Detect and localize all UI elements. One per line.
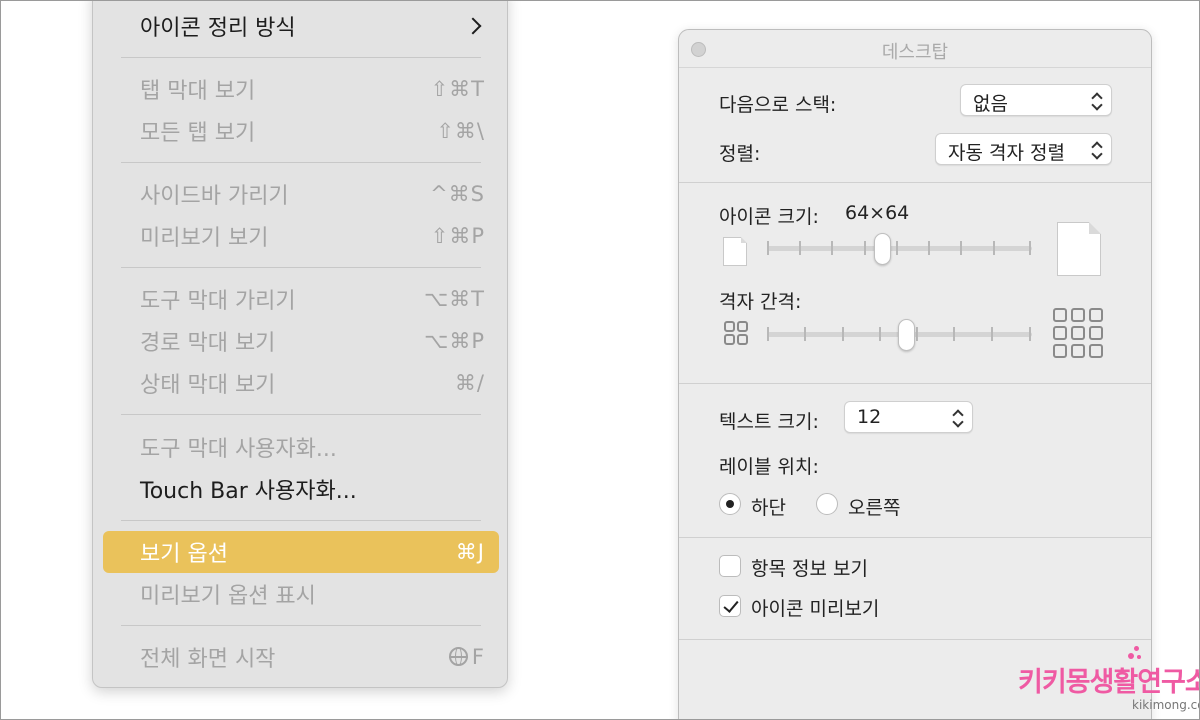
text-size-popup[interactable]: 12	[844, 401, 973, 433]
up-down-arrows-icon	[1092, 91, 1102, 111]
menu-item-label: 아이콘 정리 방식	[140, 16, 296, 41]
menu-item-label: 도구 막대 사용자화...	[140, 437, 337, 462]
panel-divider	[679, 383, 1151, 384]
menu-item-label: 경로 막대 보기	[140, 331, 276, 356]
menu-separator	[121, 414, 481, 415]
menu-item-shortcut: ⌘/	[454, 371, 485, 395]
view-options-panel: 데스크탑 다음으로 스택: 없음 정렬: 자동 격자 정렬 아이콘 크기: 64…	[678, 29, 1152, 720]
icon-size-slider[interactable]	[767, 233, 1032, 265]
panel-title: 데스크탑	[881, 42, 949, 63]
menu-item-shortcut-key: F	[471, 645, 485, 669]
menu-separator	[121, 267, 481, 268]
menu-separator	[121, 162, 481, 163]
menu-item-label: 미리보기 옵션 표시	[140, 584, 316, 609]
menu-item-shortcut: ⇧⌘\	[436, 119, 485, 143]
panel-divider	[679, 639, 1151, 640]
menu-item-show-status-bar[interactable]: 상태 막대 보기 ⌘/	[103, 362, 499, 404]
panel-divider	[679, 537, 1151, 538]
menu-item-label: Touch Bar 사용자화...	[140, 479, 357, 504]
menu-item-show-all-tabs[interactable]: 모든 탭 보기 ⇧⌘\	[103, 110, 499, 152]
menu-item-show-preview[interactable]: 미리보기 보기 ⇧⌘P	[103, 215, 499, 257]
show-icon-preview-checkbox[interactable]	[719, 595, 741, 617]
icon-size-value: 64×64	[845, 202, 910, 224]
up-down-arrows-icon	[953, 408, 963, 428]
show-icon-preview-label: 아이콘 미리보기	[751, 598, 880, 620]
grid-spacing-slider-knob[interactable]	[898, 319, 915, 351]
grid-spacing-slider[interactable]	[767, 319, 1032, 351]
panel-divider	[679, 182, 1151, 183]
sort-by-label: 정렬:	[719, 143, 761, 165]
up-down-arrows-icon	[1092, 140, 1102, 160]
sort-by-popup[interactable]: 자동 격자 정렬	[935, 133, 1112, 165]
menu-item-show-tab-bar[interactable]: 탭 막대 보기 ⇧⌘T	[103, 68, 499, 110]
icon-size-label: 아이콘 크기:	[719, 206, 819, 228]
menu-item-shortcut: ⇧⌘T	[430, 77, 485, 101]
menu-item-customize-touch-bar[interactable]: Touch Bar 사용자화...	[103, 468, 499, 510]
menu-item-shortcut: ⌥⌘P	[424, 329, 485, 353]
watermark-text: 키키몽생활연구소	[1018, 667, 1200, 698]
menu-item-label: 상태 막대 보기	[140, 373, 276, 398]
menu-item-enter-full-screen[interactable]: 전체 화면 시작 F	[103, 636, 499, 678]
menu-item-shortcut: ⇧⌘P	[430, 224, 485, 248]
menu-item-show-path-bar[interactable]: 경로 막대 보기 ⌥⌘P	[103, 320, 499, 362]
menu-item-shortcut: ^⌘S	[430, 182, 485, 206]
text-size-label: 텍스트 크기:	[719, 411, 819, 433]
menu-item-label: 미리보기 보기	[140, 226, 269, 251]
stack-by-popup[interactable]: 없음	[960, 84, 1112, 116]
grid-spacing-label: 격자 간격:	[719, 291, 802, 313]
menu-item-label: 모든 탭 보기	[140, 121, 256, 146]
menu-item-label: 탭 막대 보기	[140, 79, 256, 104]
stack-by-label: 다음으로 스택:	[719, 94, 837, 116]
menu-separator	[121, 520, 481, 521]
menu-item-arrange-icons[interactable]: 아이콘 정리 방식	[103, 5, 499, 47]
menu-separator	[121, 625, 481, 626]
menu-item-label: 도구 막대 가리기	[140, 289, 296, 314]
label-position-right-label: 오른쪽	[848, 497, 901, 519]
show-item-info-checkbox[interactable]	[719, 555, 741, 577]
menu-item-hide-sidebar[interactable]: 사이드바 가리기 ^⌘S	[103, 173, 499, 215]
menu-item-view-options[interactable]: 보기 옵션 ⌘J	[103, 531, 499, 573]
stack-by-value: 없음	[973, 93, 1008, 115]
watermark-url: kikimong.com	[1132, 698, 1200, 712]
label-position-right-radio[interactable]	[816, 493, 838, 515]
large-document-icon	[1057, 222, 1101, 276]
menu-item-label: 사이드바 가리기	[140, 184, 289, 209]
label-position-label: 레이블 위치:	[719, 456, 819, 478]
menu-separator	[121, 57, 481, 58]
chevron-right-icon	[464, 17, 482, 35]
large-grid-icon	[1053, 308, 1105, 360]
menu-item-label: 보기 옵션	[140, 542, 228, 567]
sort-by-value: 자동 격자 정렬	[948, 142, 1065, 164]
globe-icon	[448, 647, 468, 666]
view-menu: 아이콘 정리 방식 탭 막대 보기 ⇧⌘T 모든 탭 보기 ⇧⌘\ 사이드바 가…	[92, 0, 508, 688]
small-grid-icon	[724, 321, 748, 345]
panel-titlebar: 데스크탑	[679, 30, 1151, 68]
menu-item-shortcut: F	[448, 645, 485, 669]
menu-item-show-preview-options[interactable]: 미리보기 옵션 표시	[103, 573, 499, 615]
icon-size-slider-knob[interactable]	[874, 233, 891, 265]
menu-item-label: 전체 화면 시작	[140, 647, 276, 672]
label-position-bottom-label: 하단	[751, 497, 786, 519]
small-document-icon	[723, 237, 747, 266]
text-size-value: 12	[857, 406, 882, 428]
menu-item-shortcut: ⌥⌘T	[423, 287, 485, 311]
menu-item-customize-toolbar[interactable]: 도구 막대 사용자화...	[103, 426, 499, 468]
menu-item-hide-toolbar[interactable]: 도구 막대 가리기 ⌥⌘T	[103, 278, 499, 320]
menu-item-shortcut: ⌘J	[455, 540, 485, 564]
label-position-bottom-radio[interactable]	[719, 493, 741, 515]
show-item-info-label: 항목 정보 보기	[751, 558, 868, 580]
